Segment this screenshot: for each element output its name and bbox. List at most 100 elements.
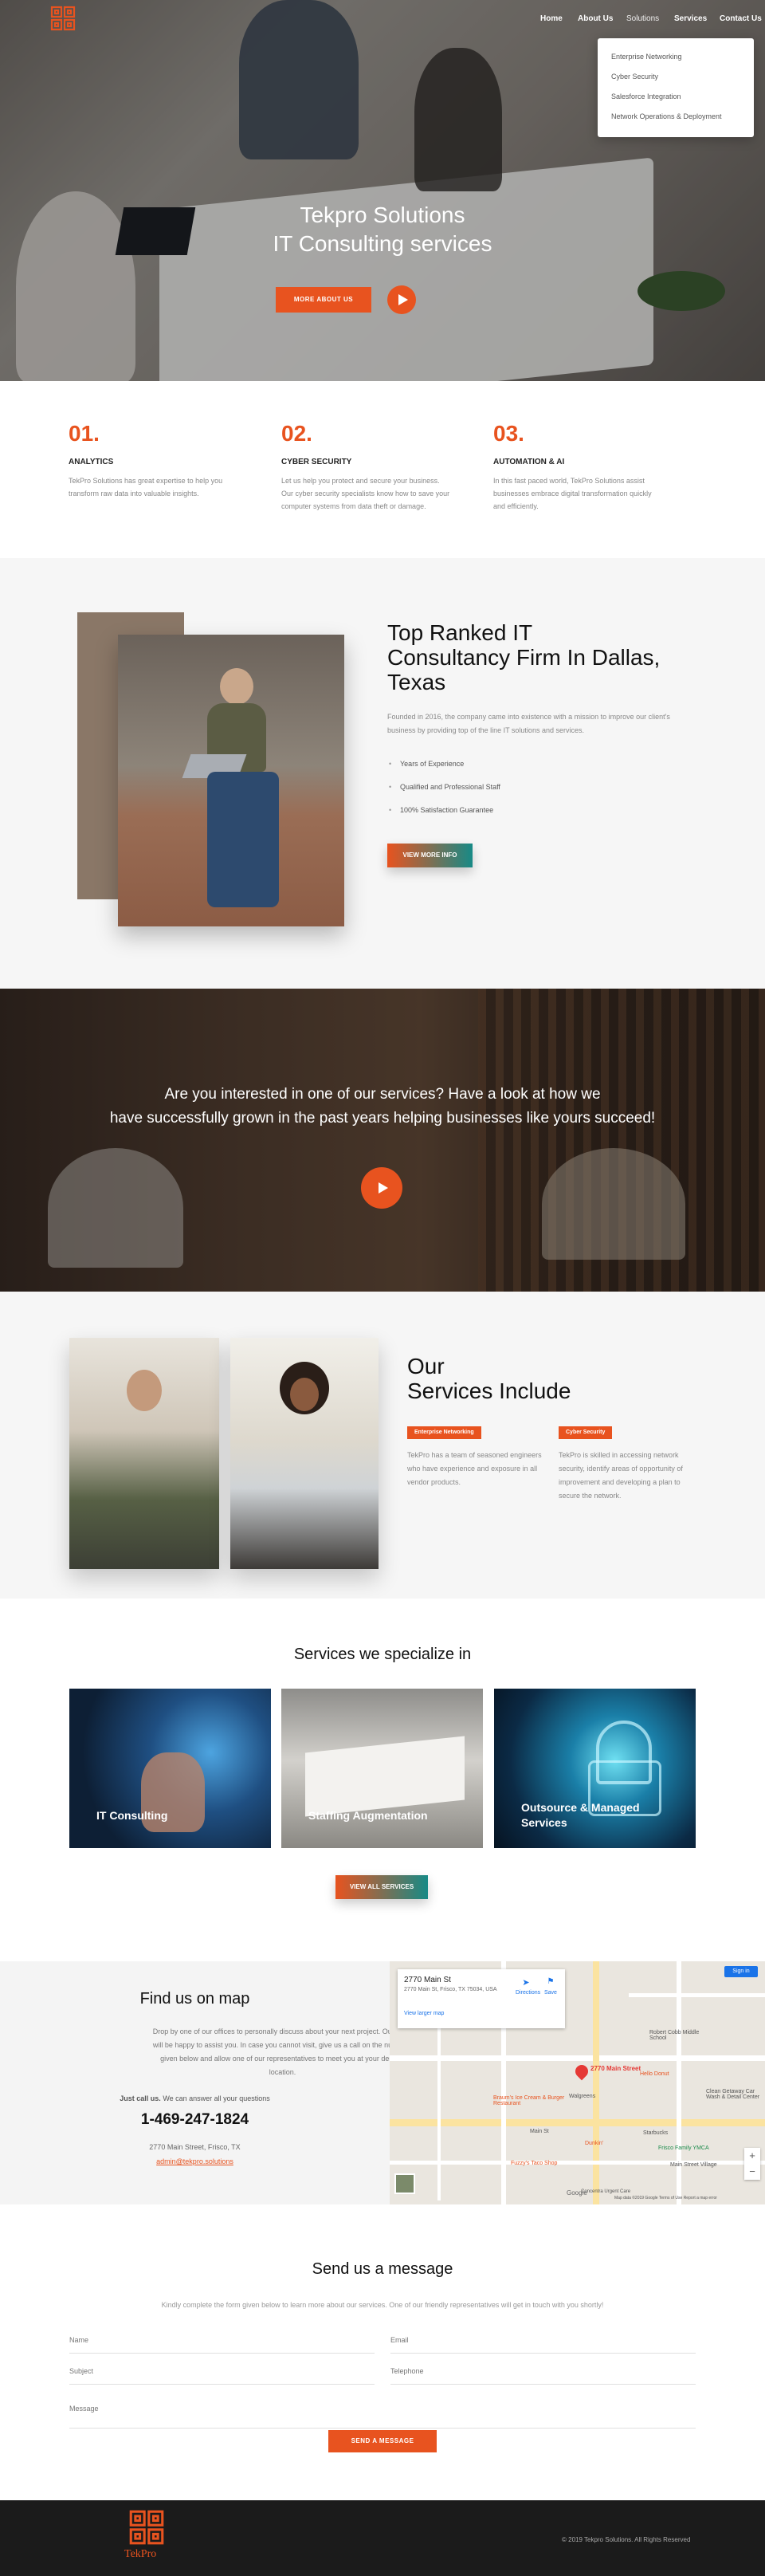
photo-face <box>290 1378 319 1411</box>
map-save-link[interactable]: Save <box>544 1990 557 1996</box>
map-pin-icon[interactable] <box>572 2062 591 2081</box>
feature-number: 02. <box>281 421 312 446</box>
about-text: Founded in 2016, the company came into e… <box>387 713 670 734</box>
banner-play-icon[interactable] <box>361 1167 402 1209</box>
map-place: Braum's Ice Cream & Burger Restaurant <box>493 2095 565 2106</box>
map-place: Walgreens <box>569 2094 596 2099</box>
send-message-button[interactable]: SEND A MESSAGE <box>328 2430 437 2452</box>
nav-contact-us[interactable]: Contact Us <box>720 14 762 23</box>
directions-icon[interactable]: ➤ <box>520 1977 532 1988</box>
about-title-line3: Texas <box>387 670 446 694</box>
view-all-services-button[interactable]: VIEW ALL SERVICES <box>335 1875 428 1899</box>
nav-about-us[interactable]: About Us <box>578 14 613 23</box>
call-bold: Just call us. <box>120 2094 161 2102</box>
more-about-us-button[interactable]: MORE ABOUT US <box>276 287 371 313</box>
map-card-address: 2770 Main St, Frisco, TX 75034, USA <box>404 1987 497 1992</box>
map-place: Robert Cobb Middle School <box>649 2030 700 2041</box>
map-place: Fuzzy's Taco Shop <box>511 2161 558 2166</box>
specialize-section: Services we specialize in IT Consulting … <box>0 1599 765 1961</box>
email-input[interactable] <box>390 2326 696 2354</box>
name-input[interactable] <box>69 2326 375 2354</box>
findus-email[interactable]: admin@tekpro.solutions <box>0 2157 390 2165</box>
contact-title: Send us a message <box>312 2260 453 2278</box>
card-table-photo <box>305 1736 465 1817</box>
footer-copyright: © 2019 Tekpro Solutions. All Rights Rese… <box>562 2536 691 2543</box>
banner-overlay <box>0 989 765 1292</box>
nav-services[interactable]: Services <box>674 14 707 23</box>
map-satellite-toggle[interactable] <box>394 2173 415 2194</box>
card-label: Staffing Augmentation <box>308 1809 428 1822</box>
tag-enterprise-networking: Enterprise Networking <box>407 1426 481 1439</box>
dropdown-item-salesforce-integration[interactable]: Salesforce Integration <box>611 92 681 100</box>
findus-text: Drop by one of our offices to personally… <box>152 2027 413 2076</box>
message-input[interactable] <box>69 2389 696 2429</box>
feature-title: AUTOMATION & AI <box>493 458 565 466</box>
map-footer-text: Map data ©2019 Google Terms of Use Repor… <box>614 2196 717 2200</box>
map-place: Clean Getaway Car Wash & Detail Center <box>706 2089 760 2100</box>
google-map[interactable]: 2770 Main St 2770 Main St, Frisco, TX 75… <box>390 1961 765 2204</box>
service-card-it-consulting[interactable]: IT Consulting <box>69 1689 271 1848</box>
service-card-outsource-managed[interactable]: Outsource & Managed Services <box>494 1689 696 1848</box>
feature-text: In this fast paced world, TekPro Solutio… <box>493 477 652 510</box>
map-view-larger-link[interactable]: View larger map <box>404 2011 444 2016</box>
find-us-section: Find us on map Drop by one of our office… <box>0 1961 765 2204</box>
tekpro-logo[interactable] <box>49 5 76 37</box>
findus-call-line: Just call us. We can answer all your que… <box>0 2094 390 2102</box>
zoom-in-icon[interactable]: + <box>744 2148 760 2164</box>
map-signin-button[interactable]: Sign in <box>724 1966 758 1977</box>
feature-text: TekPro Solutions has great expertise to … <box>69 477 223 498</box>
map-place: Starbucks <box>643 2130 669 2136</box>
map-road <box>629 1993 765 1997</box>
findus-address: 2770 Main Street, Frisco, TX <box>149 2143 241 2151</box>
map-zoom-control[interactable]: + − <box>744 2148 760 2180</box>
services-include-section: Our Services Include Enterprise Networki… <box>0 1292 765 1599</box>
view-more-info-button[interactable]: VIEW MORE INFO <box>387 844 473 867</box>
about-section: Top Ranked IT Consultancy Firm In Dallas… <box>0 558 765 989</box>
card-label: Services <box>521 1816 567 1829</box>
map-place: Hello Donut <box>640 2071 669 2077</box>
subject-input[interactable] <box>69 2358 375 2385</box>
footer-logo[interactable]: TekPro <box>124 2508 166 2564</box>
about-photo <box>118 635 344 926</box>
dropdown-item-enterprise-networking[interactable]: Enterprise Networking <box>611 53 682 61</box>
contact-subtitle: Kindly complete the form given below to … <box>161 2301 604 2309</box>
map-google-logo: Google <box>567 2189 587 2196</box>
call-rest: We can answer all your questions <box>163 2094 270 2102</box>
hero-title-line1: Tekpro Solutions <box>300 203 465 227</box>
save-icon[interactable]: ⚑ <box>546 1977 555 1987</box>
banner-text-line2: have successfully grown in the past year… <box>109 1110 656 1127</box>
telephone-input[interactable] <box>390 2358 696 2385</box>
about-check-item: 100% Satisfaction Guarantee <box>389 806 493 814</box>
map-place: Concentra Urgent Care <box>581 2189 631 2194</box>
feature-title: CYBER SECURITY <box>281 458 352 466</box>
map-place: Main Street Village <box>670 2162 717 2168</box>
dropdown-item-cyber-security[interactable]: Cyber Security <box>611 73 658 81</box>
nav-home[interactable]: Home <box>540 14 563 23</box>
include-title-line1: Our <box>407 1354 445 1378</box>
map-directions-link[interactable]: Directions <box>516 1990 540 1996</box>
map-card-title: 2770 Main St <box>404 1976 451 1984</box>
map-place: Dunkin' <box>585 2141 604 2146</box>
hero-title-line2: IT Consulting services <box>273 231 492 256</box>
about-title-line2: Consultancy Firm In Dallas, <box>387 645 661 670</box>
findus-phone[interactable]: 1-469-247-1824 <box>0 2111 390 2129</box>
banner-text-line1: Are you interested in one of our service… <box>164 1086 601 1103</box>
map-road <box>593 1961 599 2204</box>
features-section: 01. ANALYTICS TekPro Solutions has great… <box>0 381 765 558</box>
footer-logo-text: TekPro <box>124 2548 157 2560</box>
zoom-out-icon[interactable]: − <box>744 2164 760 2180</box>
dropdown-item-network-operations[interactable]: Network Operations & Deployment <box>611 112 722 120</box>
hero-section: Home About Us Solutions Services Contact… <box>0 0 765 381</box>
hero-play-icon[interactable] <box>387 285 416 314</box>
about-check-item: Years of Experience <box>389 760 464 768</box>
contact-section: Send us a message Kindly complete the fo… <box>0 2204 765 2500</box>
about-photo-person-head <box>220 668 253 705</box>
feature-text: Let us help you protect and secure your … <box>281 477 450 510</box>
feature-number: 01. <box>69 421 100 446</box>
service-card-staffing-augmentation[interactable]: Staffing Augmentation <box>281 1689 483 1848</box>
specialize-title: Services we specialize in <box>293 1646 472 1663</box>
nav-solutions[interactable]: Solutions <box>626 14 659 23</box>
findus-title: Find us on map <box>139 1990 250 2008</box>
map-place: Main St <box>530 2129 549 2134</box>
feature-number: 03. <box>493 421 524 446</box>
